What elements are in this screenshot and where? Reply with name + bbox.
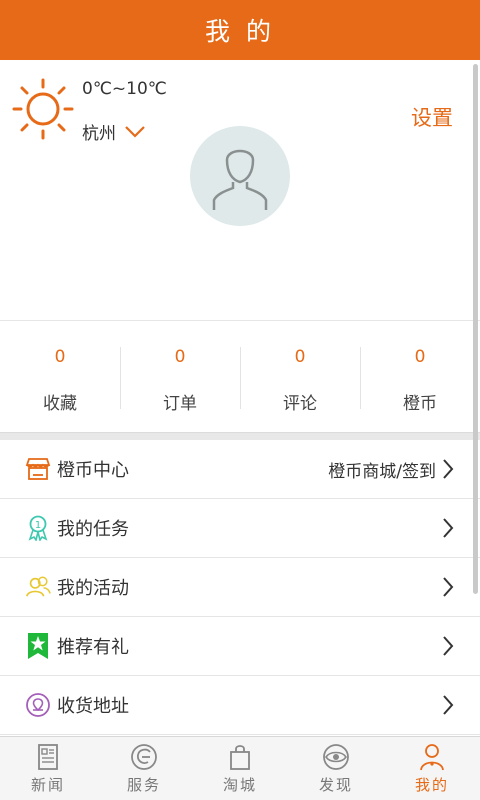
sun-icon [12,78,74,140]
city-selector[interactable]: 杭州 [82,119,146,144]
menu-item-coin-center[interactable]: 橙币中心 橙币商城/签到 [0,440,480,499]
menu-item-referral-rewards[interactable]: 推荐有礼 [0,617,480,676]
settings-button[interactable]: 设置 [411,102,453,132]
tab-label: 淘城 [222,776,257,794]
stat-coins[interactable]: 0 橙币 [360,321,480,432]
tab-label: 新闻 [30,776,65,794]
bottom-tab-bar: 新闻 服务 淘城 发现 我的 [0,736,480,800]
tab-mine[interactable]: 我的 [384,737,480,800]
chevron-right-icon [443,695,454,715]
default-avatar-icon [212,149,268,210]
person-icon [420,744,444,771]
tab-news[interactable]: 新闻 [0,737,96,800]
chevron-right-icon [443,459,454,479]
news-icon [38,744,58,770]
location-icon [25,692,51,718]
stat-value: 0 [174,347,186,367]
tab-service[interactable]: 服务 [96,737,192,800]
tab-label: 服务 [126,776,161,794]
star-badge-icon [25,633,51,659]
stat-value: 0 [54,347,66,367]
stat-orders[interactable]: 0 订单 [120,321,240,432]
tab-label: 我的 [414,776,449,794]
temperature-text: 0℃~10℃ [82,79,167,99]
menu-item-label: 橙币中心 [57,460,129,481]
shop-icon [25,456,51,482]
stat-favorites[interactable]: 0 收藏 [0,321,120,432]
stat-label: 评论 [283,394,317,414]
city-name: 杭州 [82,124,116,144]
menu-list: 橙币中心 橙币商城/签到 1 我的任务 我的活动 推荐有礼 收货地址 [0,440,480,735]
title-bar: 我 的 [0,0,480,60]
profile-header: 0℃~10℃ 杭州 设置 [0,60,480,320]
service-icon [131,744,157,770]
scrollbar[interactable] [473,64,478,594]
tab-label: 发现 [318,776,353,794]
shopping-bag-icon [230,745,250,770]
menu-item-my-activities[interactable]: 我的活动 [0,558,480,617]
menu-item-label: 推荐有礼 [57,637,129,658]
page-title: 我 的 [205,17,275,46]
menu-item-label: 我的任务 [57,519,129,540]
coin-mall-checkin-link[interactable]: 橙币商城/签到 [328,457,436,482]
stat-value: 0 [414,347,426,367]
menu-item-my-tasks[interactable]: 1 我的任务 [0,499,480,558]
chevron-right-icon [443,577,454,597]
chevron-right-icon [443,636,454,656]
menu-item-shipping-address[interactable]: 收货地址 [0,676,480,735]
svg-text:1: 1 [35,520,41,531]
people-icon [25,574,51,600]
stat-value: 0 [294,347,306,367]
stat-label: 收藏 [43,394,77,414]
stat-label: 橙币 [403,394,437,414]
tab-shop[interactable]: 淘城 [192,737,288,800]
menu-item-label: 收货地址 [57,696,129,717]
menu-item-label: 我的活动 [57,578,129,599]
medal-icon: 1 [25,515,51,541]
stat-label: 订单 [163,394,197,414]
section-divider [0,432,480,440]
stat-comments[interactable]: 0 评论 [240,321,360,432]
chevron-right-icon [443,518,454,538]
tab-discover[interactable]: 发现 [288,737,384,800]
discover-eye-icon [323,744,349,770]
stats-bar: 0 收藏 0 订单 0 评论 0 橙币 [0,320,480,432]
chevron-down-icon [125,125,145,138]
avatar[interactable] [190,126,290,226]
